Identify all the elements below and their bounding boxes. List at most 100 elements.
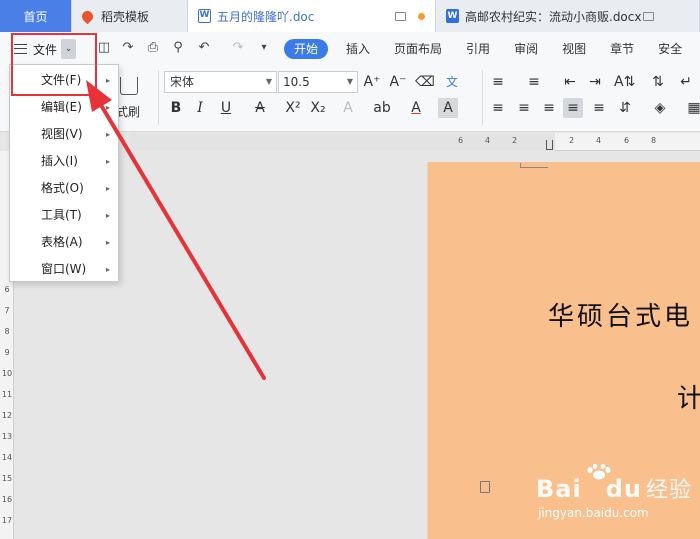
daoke-logo-icon xyxy=(79,8,96,24)
menu-item-table[interactable]: 表格(A) ▸ xyxy=(10,229,118,256)
divider xyxy=(158,70,159,125)
document-title-text[interactable]: 华硕台式电 xyxy=(548,296,693,333)
unsaved-dot-icon xyxy=(418,12,425,20)
tab-template[interactable]: 稻壳模板 xyxy=(72,0,188,32)
bullet-list-icon[interactable]: ≡ xyxy=(488,72,508,92)
char-shading-icon[interactable]: A xyxy=(438,98,458,118)
chevron-right-icon: ▸ xyxy=(105,211,110,220)
ruler-tick: 17 xyxy=(1,516,13,525)
highlight-icon[interactable]: ab xyxy=(372,98,392,118)
baidu-watermark: Bai du 经验 xyxy=(536,472,692,504)
chevron-down-icon[interactable]: ⌄ xyxy=(61,39,77,59)
ruler-tick: 9 xyxy=(4,348,10,357)
align-right-icon[interactable]: ≡ xyxy=(539,98,559,118)
tab-start[interactable]: 开始 xyxy=(284,39,329,59)
export-icon[interactable]: ↷ xyxy=(120,40,136,56)
file-menu-button[interactable]: 文件 ⌄ xyxy=(14,38,77,60)
chevron-right-icon: ▸ xyxy=(105,103,110,112)
ruler-tick: 14 xyxy=(1,453,13,462)
menu-item-label: 插入(I) xyxy=(41,154,78,168)
tab-template-label: 稻壳模板 xyxy=(101,9,150,24)
ruler-tick: 6 xyxy=(458,136,464,145)
distributed-icon[interactable]: ≡ xyxy=(589,98,609,118)
chevron-down-icon: ▼ xyxy=(265,77,272,86)
increase-font-icon[interactable]: A⁺ xyxy=(362,72,382,92)
print-icon[interactable]: ⎙ xyxy=(145,40,161,56)
align-left-icon[interactable]: ≡ xyxy=(488,98,508,118)
ruler-tick: 6 xyxy=(624,136,630,145)
menu-item-window[interactable]: 窗口(W) ▸ xyxy=(10,256,118,283)
font-name-value: 宋体 xyxy=(170,75,195,89)
font-name-select[interactable]: 宋体 ▼ xyxy=(164,71,277,93)
ruler-tick: 4 xyxy=(485,136,491,145)
ruler-tick: 8 xyxy=(651,136,657,145)
menu-item-edit[interactable]: 编辑(E) ▸ xyxy=(10,94,118,121)
numbered-list-icon[interactable]: ≡ xyxy=(524,72,544,92)
tab-review[interactable]: 审阅 xyxy=(502,39,550,59)
tab-document-2[interactable]: W 高邮农村纪实：流动小商贩.docx xyxy=(436,0,700,32)
chevron-right-icon: ▸ xyxy=(105,238,110,247)
hamburger-icon xyxy=(14,44,27,54)
font-size-select[interactable]: 10.5 ▼ xyxy=(278,71,358,93)
tab-document-2-label: 高邮农村纪实：流动小商贩.docx xyxy=(465,9,642,24)
justify-icon[interactable]: ≡ xyxy=(563,98,583,118)
menu-item-format[interactable]: 格式(O) ▸ xyxy=(10,175,118,202)
font-color-icon[interactable]: A xyxy=(406,98,426,118)
tab-references[interactable]: 引用 xyxy=(454,39,502,59)
strikethrough-icon[interactable]: A xyxy=(250,98,270,118)
menu-item-label: 表格(A) xyxy=(41,235,83,249)
horizontal-ruler[interactable]: 6 4 2 2 4 6 8 xyxy=(130,133,700,151)
superscript-icon[interactable]: X² xyxy=(283,98,303,118)
monitor-icon[interactable] xyxy=(643,11,655,21)
sort-icon[interactable]: ⇅ xyxy=(648,72,668,92)
chevron-right-icon: ▸ xyxy=(105,157,110,166)
tab-document-label: 五月的隆隆吖.doc xyxy=(217,9,315,24)
clear-format-icon[interactable]: ⌫ xyxy=(415,72,435,92)
tab-security[interactable]: 安全 xyxy=(646,39,694,59)
ruler-tick: 4 xyxy=(596,136,602,145)
italic-icon[interactable]: I xyxy=(190,98,210,118)
print-preview-icon[interactable]: ⚲ xyxy=(170,40,186,56)
redo-icon[interactable]: ↷ xyxy=(230,40,246,56)
chinese-layout-icon[interactable]: A⇅ xyxy=(614,72,635,92)
increase-indent-icon[interactable]: ⇥ xyxy=(585,72,605,92)
tab-home[interactable]: 首页 xyxy=(0,0,72,32)
ruler-tick: 15 xyxy=(1,474,13,483)
subscript-icon[interactable]: X₂ xyxy=(308,98,328,118)
indent-marker-icon[interactable] xyxy=(546,140,553,150)
menu-item-view[interactable]: 视图(V) ▸ xyxy=(10,121,118,148)
phonetic-guide-icon[interactable]: 文 xyxy=(442,72,462,92)
align-center-icon[interactable]: ≡ xyxy=(514,98,534,118)
undo-icon[interactable]: ↶ xyxy=(196,40,212,56)
divider xyxy=(482,70,483,125)
quick-access-more-icon[interactable]: ▾ xyxy=(256,40,272,56)
menu-item-insert[interactable]: 插入(I) ▸ xyxy=(10,148,118,175)
shading-icon[interactable]: ◈ xyxy=(650,98,670,118)
menu-item-tools[interactable]: 工具(T) ▸ xyxy=(10,202,118,229)
decrease-indent-icon[interactable]: ⇤ xyxy=(560,72,580,92)
tab-document-active[interactable]: W 五月的隆隆吖.doc xyxy=(188,0,436,32)
decrease-font-icon[interactable]: A⁻ xyxy=(388,72,408,92)
underline-icon[interactable]: U xyxy=(216,98,236,118)
font-size-value: 10.5 xyxy=(283,75,310,89)
word-doc-icon: W xyxy=(198,9,211,23)
tab-insert[interactable]: 插入 xyxy=(334,39,382,59)
menu-item-file[interactable]: 文件(F) ▸ xyxy=(10,67,118,94)
file-dropdown-menu: 文件(F) ▸ 编辑(E) ▸ 视图(V) ▸ 插入(I) ▸ 格式(O) ▸ 工具(T)… xyxy=(9,64,119,282)
borders-icon[interactable]: ▦ xyxy=(684,98,700,118)
tab-section[interactable]: 章节 xyxy=(598,39,646,59)
tab-page-layout[interactable]: 页面布局 xyxy=(382,39,454,59)
menu-item-label: 窗口(W) xyxy=(41,262,87,276)
chevron-down-icon: ▼ xyxy=(346,77,353,86)
ruler-tick: 8 xyxy=(4,327,10,336)
save-icon[interactable]: ◫ xyxy=(96,40,112,56)
tab-view[interactable]: 视图 xyxy=(550,39,598,59)
document-icon[interactable] xyxy=(480,481,490,493)
document-text-line[interactable]: 计 xyxy=(677,378,700,415)
line-spacing-icon[interactable]: ⇵ xyxy=(615,98,635,118)
bold-icon[interactable]: B xyxy=(166,98,186,118)
text-effect-icon[interactable]: A xyxy=(338,98,358,118)
format-painter-icon[interactable] xyxy=(120,77,138,95)
monitor-icon[interactable] xyxy=(395,11,406,21)
show-marks-icon[interactable]: ↵ xyxy=(676,72,696,92)
